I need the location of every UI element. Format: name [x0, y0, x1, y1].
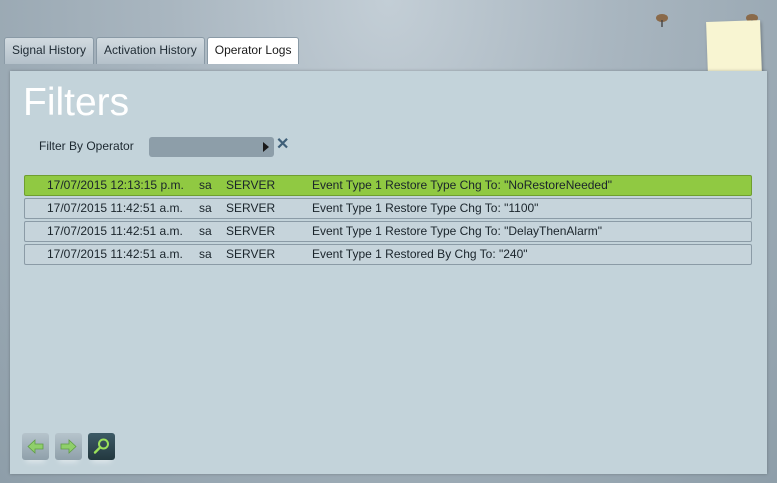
log-date: 17/07/2015 11:42:51 a.m. [47, 224, 183, 238]
log-description: Event Type 1 Restored By Chg To: "240" [312, 247, 528, 261]
log-user: sa [199, 247, 212, 261]
log-source: SERVER [226, 247, 276, 261]
close-icon[interactable]: ✕ [276, 135, 290, 155]
search-button[interactable] [88, 433, 115, 460]
log-source: SERVER [226, 201, 276, 215]
tab-signal-history[interactable]: Signal History [4, 37, 95, 64]
log-row[interactable]: 17/07/2015 11:42:51 a.m. sa SERVER Event… [24, 221, 752, 242]
operator-logs-panel: Filters Filter By Operator ✕ 17/07/2015 … [10, 71, 767, 474]
pagination-controls [22, 433, 115, 460]
log-user: sa [199, 178, 212, 192]
log-source: SERVER [226, 224, 276, 238]
magnifier-icon [93, 438, 109, 454]
log-row[interactable]: 17/07/2015 11:42:51 a.m. sa SERVER Event… [24, 244, 752, 265]
tab-bar: Signal History Activation History Operat… [4, 37, 300, 64]
log-row[interactable]: 17/07/2015 12:13:15 p.m. sa SERVER Event… [24, 175, 752, 196]
log-row[interactable]: 17/07/2015 11:42:51 a.m. sa SERVER Event… [24, 198, 752, 219]
filter-by-operator-label: Filter By Operator [39, 139, 134, 153]
pin-icon [656, 14, 668, 27]
arrow-right-icon [60, 439, 77, 454]
log-user: sa [199, 201, 212, 215]
log-date: 17/07/2015 11:42:51 a.m. [47, 247, 183, 261]
operator-filter-dropdown[interactable] [149, 137, 274, 157]
log-list: 17/07/2015 12:13:15 p.m. sa SERVER Event… [24, 175, 752, 267]
sticky-note[interactable] [706, 20, 762, 76]
page-title: Filters [23, 81, 130, 124]
log-description: Event Type 1 Restore Type Chg To: "1100" [312, 201, 539, 215]
next-page-button[interactable] [55, 433, 82, 460]
log-date: 17/07/2015 11:42:51 a.m. [47, 201, 183, 215]
log-description: Event Type 1 Restore Type Chg To: "Delay… [312, 224, 603, 238]
log-description: Event Type 1 Restore Type Chg To: "NoRes… [312, 178, 613, 192]
tab-operator-logs[interactable]: Operator Logs [206, 37, 300, 64]
dropdown-arrow-icon [263, 142, 269, 152]
previous-page-button[interactable] [22, 433, 49, 460]
log-source: SERVER [226, 178, 276, 192]
arrow-left-icon [27, 439, 44, 454]
log-date: 17/07/2015 12:13:15 p.m. [47, 178, 184, 192]
tab-activation-history[interactable]: Activation History [96, 37, 205, 64]
log-user: sa [199, 224, 212, 238]
